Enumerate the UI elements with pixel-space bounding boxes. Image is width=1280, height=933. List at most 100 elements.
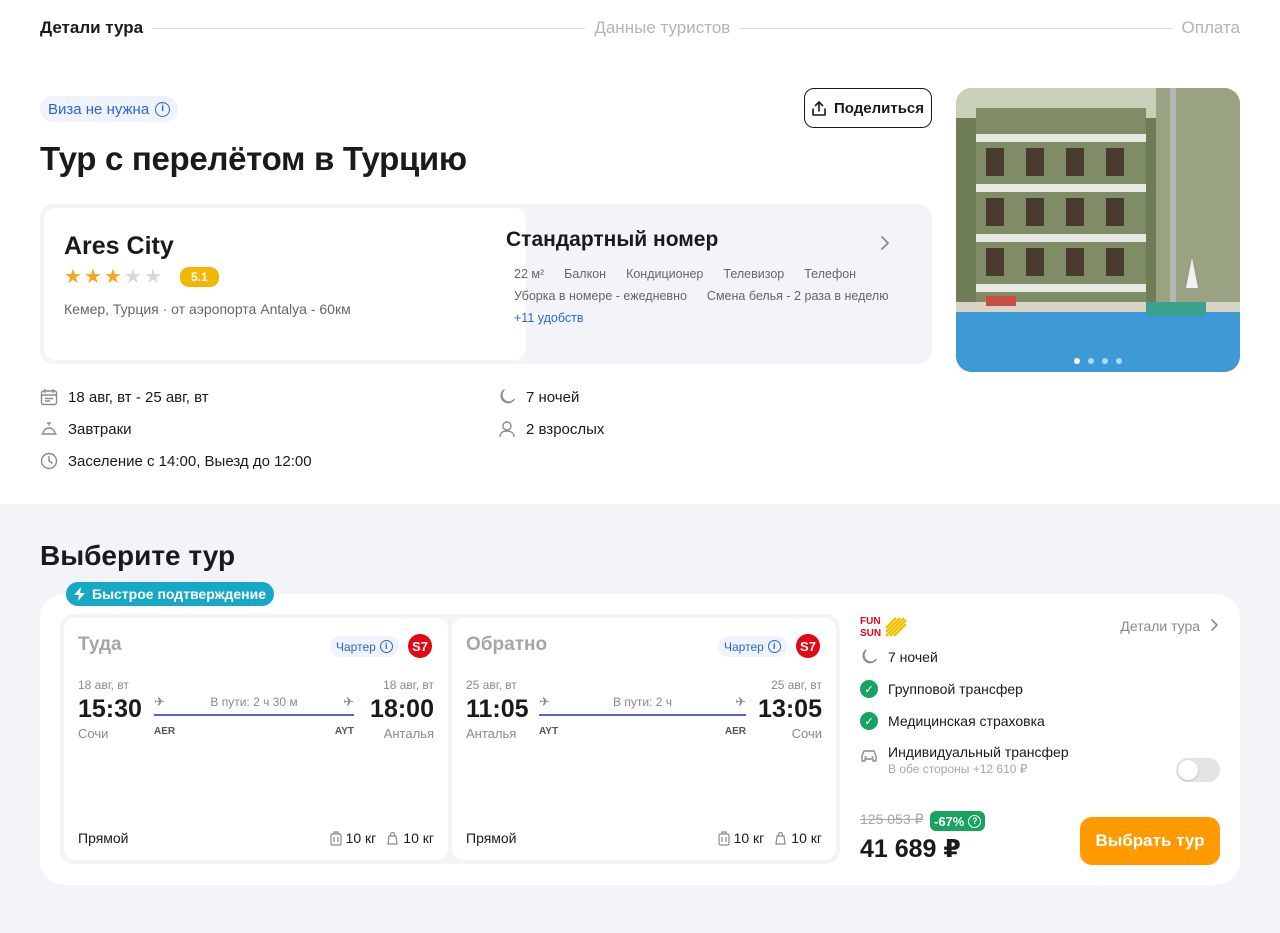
airline-logo-icon: S7	[408, 634, 432, 658]
leg-footer: Прямой 10 кг 10 кг	[466, 830, 822, 846]
info-icon[interactable]: i	[379, 640, 393, 653]
charter-label: Чартер	[724, 639, 764, 654]
route-line-bar	[154, 714, 354, 716]
nights-text: 7 ночей	[526, 388, 580, 406]
flight-type: Прямой	[78, 830, 129, 846]
share-icon	[812, 100, 826, 116]
baggage-info: 10 кг 10 кг	[329, 830, 434, 846]
amenity: Кондиционер	[626, 267, 704, 281]
dates-text: 18 авг, вт - 25 авг, вт	[68, 388, 209, 406]
individual-transfer-note: В обе стороны +12 610 ₽	[888, 762, 1028, 776]
tour-offer-card: Быстрое подтверждение Туда Чартер i S7 1…	[40, 582, 1240, 885]
individual-transfer-texts: Индивидуальный трансфер В обе стороны +1…	[888, 744, 1069, 776]
visa-badge[interactable]: Виза не нужна i	[40, 96, 179, 122]
hotel-location: Кемер, Турция · от аэропорта Antalya - 6…	[64, 301, 351, 317]
tour-price: 41 689 ₽	[860, 835, 961, 863]
luggage-weight: 10 кг	[345, 830, 377, 846]
moon-icon	[500, 389, 515, 404]
route-line-bar	[539, 714, 746, 716]
departure-city: Сочи	[78, 726, 109, 741]
summary-group-transfer: ✓ Групповой трансфер	[860, 680, 1023, 698]
share-label: Поделиться	[833, 99, 925, 117]
room-amenities: 22 м² Балкон Кондиционер Телевизор Телеф…	[506, 267, 906, 303]
star-icon: ★	[144, 266, 162, 288]
chevron-right-icon[interactable]	[880, 234, 890, 255]
hotel-stars: ★ ★ ★ ★ ★ 5.1	[64, 267, 506, 287]
bag-icon	[387, 831, 398, 845]
flight-leg-return[interactable]: Обратно Чартер i S7 25 авг, вт 11:05 Ант…	[452, 618, 836, 860]
star-icon: ★	[84, 266, 102, 288]
departure-city: Анталья	[466, 726, 517, 741]
group-transfer-text: Групповой трансфер	[888, 681, 1023, 697]
carousel-dot[interactable]	[1074, 358, 1080, 364]
step-tour-details: Детали тура	[40, 18, 144, 37]
info-icon[interactable]: i	[767, 640, 781, 653]
hand-luggage-allowance: 10 кг	[386, 830, 434, 846]
luggage-allowance: 10 кг	[717, 830, 764, 846]
hand-luggage-allowance: 10 кг	[774, 830, 822, 846]
departure-airport-code: AYT	[539, 726, 559, 737]
arrival-city: Анталья	[383, 726, 434, 741]
flight-duration: В пути: 2 ч 30 м	[210, 695, 298, 709]
section-title: Выберите тур	[40, 540, 236, 571]
amenity: Балкон	[564, 267, 607, 281]
more-amenities-link[interactable]: +11 удобств	[506, 311, 916, 325]
star-icon: ★	[124, 266, 142, 288]
toggle-knob	[1178, 760, 1198, 780]
individual-transfer-toggle[interactable]	[1176, 758, 1220, 782]
step-payment: Оплата	[1181, 18, 1241, 37]
leg-footer: Прямой 10 кг 10 кг	[78, 830, 434, 846]
lightning-icon	[74, 587, 85, 601]
cloche-icon	[41, 422, 57, 435]
suitcase-icon	[329, 830, 342, 846]
route-line: ✈ В пути: 2 ч 30 м ✈ AER AYT	[154, 694, 354, 740]
step-divider	[152, 27, 586, 29]
room-card[interactable]: Стандартный номер 22 м² Балкон Кондицион…	[506, 228, 916, 325]
hotel-photo-carousel[interactable]	[956, 88, 1240, 372]
fact-dates: 18 авг, вт - 25 авг, вт	[40, 388, 209, 406]
svg-text:SUN: SUN	[860, 628, 881, 638]
flight-legs: Туда Чартер i S7 18 авг, вт 15:30 Сочи 1…	[60, 614, 840, 864]
select-tour-button[interactable]: Выбрать тур	[1080, 817, 1220, 865]
choose-tour-section: Выберите тур Быстрое подтверждение Туда …	[0, 504, 1280, 933]
departure-time: 15:30	[78, 695, 142, 723]
bag-icon	[775, 831, 786, 845]
summary-nights: 7 ночей	[860, 648, 938, 666]
discount-value: -67%	[934, 813, 965, 829]
arrival-date: 18 авг, вт	[383, 678, 434, 692]
baggage-info: 10 кг 10 кг	[717, 830, 822, 846]
discount-badge[interactable]: -67% ?	[930, 811, 986, 831]
calendar-icon	[40, 389, 58, 406]
carousel-dot[interactable]	[1116, 358, 1122, 364]
departure-time: 11:05	[466, 695, 529, 723]
flight-leg-outbound[interactable]: Туда Чартер i S7 18 авг, вт 15:30 Сочи 1…	[64, 618, 448, 860]
charter-badge[interactable]: Чартер i	[330, 636, 399, 657]
flight-duration: В пути: 2 ч	[613, 695, 672, 709]
charter-badge[interactable]: Чартер i	[718, 636, 787, 657]
funsun-logo: FUN SUN	[860, 616, 907, 638]
suitcase-icon	[717, 830, 730, 846]
checkout-stepper: Детали тура Данные туристов Оплата	[40, 14, 1240, 42]
car-icon	[861, 750, 877, 762]
arrival-airport-code: AER	[724, 726, 746, 737]
info-icon[interactable]: i	[155, 101, 171, 117]
fact-nights: 7 ночей	[498, 388, 579, 406]
chevron-right-icon	[1211, 619, 1219, 631]
star-icon: ★	[104, 266, 122, 288]
tour-details-label: Детали тура	[1120, 618, 1201, 634]
luggage-allowance: 10 кг	[329, 830, 377, 846]
visa-label: Виза не нужна	[48, 100, 150, 118]
step-divider	[739, 27, 1173, 29]
hotel-card[interactable]: Ares City ★ ★ ★ ★ ★ 5.1 Кемер, Турция · …	[44, 208, 526, 360]
share-button[interactable]: Поделиться	[804, 88, 932, 128]
airline-logo-icon: S7	[796, 634, 820, 658]
amenity: 22 м²	[514, 267, 545, 281]
departure-airport-code: AER	[154, 726, 176, 737]
carousel-dot[interactable]	[1088, 358, 1094, 364]
tour-summary: FUN SUN Детали тура 7 ночей ✓ Групповой …	[860, 614, 1220, 874]
route-line: ✈ В пути: 2 ч ✈ AYT AER	[539, 694, 746, 740]
tour-details-link[interactable]: Детали тура	[1120, 618, 1220, 634]
landing-icon: ✈	[735, 694, 746, 709]
amenity: Телевизор	[723, 267, 785, 281]
carousel-dot[interactable]	[1102, 358, 1108, 364]
